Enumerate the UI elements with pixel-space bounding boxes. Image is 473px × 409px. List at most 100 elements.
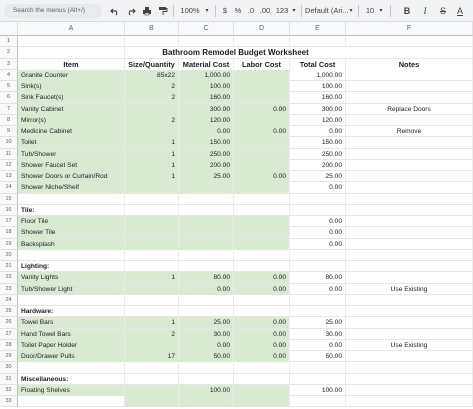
cell-a-19[interactable]: Backsplash <box>18 238 125 250</box>
cell-e-26[interactable]: 25.00 <box>290 317 346 329</box>
cell-c-14[interactable] <box>179 182 234 194</box>
cell-e-33[interactable] <box>290 396 346 407</box>
currency-format-button[interactable]: $ <box>219 4 231 18</box>
cell-d-19[interactable] <box>234 238 290 250</box>
cell-a-1[interactable] <box>18 36 125 47</box>
cell-d-6[interactable] <box>234 92 290 104</box>
cell-f-16[interactable] <box>346 204 473 216</box>
cell-d-31[interactable] <box>234 373 290 385</box>
cell-d-24[interactable] <box>234 294 290 306</box>
cell-f-9[interactable]: Remove <box>346 126 473 137</box>
row-number[interactable]: 27 <box>0 328 18 340</box>
cell-e-28[interactable]: 0.00 <box>290 339 346 351</box>
cell-c-18[interactable] <box>179 227 234 239</box>
column-header-a[interactable]: A <box>18 22 125 36</box>
cell-e-18[interactable]: 0.00 <box>290 227 346 239</box>
cell-e-9[interactable]: 0.00 <box>290 126 346 137</box>
column-header-c[interactable]: C <box>179 22 234 36</box>
cell-a-30[interactable] <box>18 362 125 374</box>
cell-a-7[interactable]: Vanity Cabinet <box>18 103 125 115</box>
cell-a-31[interactable]: Miscellaneous: <box>18 373 125 385</box>
cell-e-15[interactable] <box>290 193 346 205</box>
cell-a-24[interactable] <box>18 294 125 306</box>
paint-format-icon[interactable] <box>156 4 170 18</box>
increase-decimal-button[interactable]: .00 <box>258 4 272 18</box>
cell-b-18[interactable] <box>125 227 179 239</box>
cell-d-30[interactable] <box>234 362 290 374</box>
cell-a-8[interactable]: Mirror(s) <box>18 114 125 126</box>
row-number[interactable]: 2 <box>0 47 18 59</box>
row-number[interactable]: 18 <box>0 227 18 239</box>
chevron-down-icon[interactable]: ▾ <box>347 4 355 18</box>
cell-c-29[interactable]: 50.00 <box>179 351 234 362</box>
row-number[interactable]: 26 <box>0 317 18 329</box>
cell-b-20[interactable] <box>125 249 179 261</box>
cell-f-19[interactable] <box>346 238 473 250</box>
cell-c-31[interactable] <box>179 373 234 385</box>
cell-b-8[interactable]: 2 <box>125 114 179 126</box>
cell-e-19[interactable]: 0.00 <box>290 238 346 250</box>
cell-f-32[interactable] <box>346 384 473 396</box>
cell-c-7[interactable]: 300.00 <box>179 103 234 115</box>
row-number[interactable]: 32 <box>0 384 18 396</box>
row-number[interactable]: 12 <box>0 159 18 171</box>
cell-f-12[interactable] <box>346 159 473 171</box>
row-number[interactable]: 4 <box>0 69 18 81</box>
cell-f-18[interactable] <box>346 227 473 239</box>
cell-c-30[interactable] <box>179 362 234 374</box>
cell-b-25[interactable] <box>125 306 179 317</box>
cell-b-5[interactable]: 2 <box>125 81 179 92</box>
cell-c-33[interactable] <box>179 396 234 407</box>
cell-c-27[interactable]: 30.00 <box>179 328 234 340</box>
cell-d-20[interactable] <box>234 249 290 261</box>
strikethrough-button[interactable]: S <box>436 4 450 18</box>
cell-b-21[interactable] <box>125 261 179 272</box>
font-select[interactable]: Default (Ari... <box>305 4 349 18</box>
cell-b-13[interactable]: 1 <box>125 171 179 182</box>
cell-f-28[interactable]: Use Existing <box>346 339 473 351</box>
cell-e-4[interactable]: 1,000.00 <box>290 69 346 81</box>
cell-a-27[interactable]: Hand Towel Bars <box>18 328 125 340</box>
cell-b-27[interactable]: 2 <box>125 328 179 340</box>
cell-b-28[interactable] <box>125 339 179 351</box>
chevron-down-icon[interactable]: ▾ <box>203 4 211 18</box>
row-number[interactable]: 19 <box>0 238 18 250</box>
cell-d-28[interactable]: 0.00 <box>234 339 290 351</box>
cell-a-23[interactable]: Tub/Shower Light <box>18 283 125 295</box>
cell-d-22[interactable]: 0.00 <box>234 272 290 284</box>
column-header-b[interactable]: B <box>125 22 179 36</box>
cell-a-26[interactable]: Towel Bars <box>18 317 125 329</box>
cell-a-9[interactable]: Medicine Cabinet <box>18 126 125 137</box>
cell-b-15[interactable] <box>125 193 179 205</box>
column-header-f[interactable]: F <box>346 22 473 36</box>
cell-d-9[interactable]: 0.00 <box>234 126 290 137</box>
cell-f-20[interactable] <box>346 249 473 261</box>
cell-b-33[interactable] <box>125 396 179 407</box>
cell-d-14[interactable] <box>234 182 290 194</box>
cell-e-27[interactable]: 30.00 <box>290 328 346 340</box>
cell-d-5[interactable] <box>234 81 290 92</box>
cell-b-30[interactable] <box>125 362 179 374</box>
cell-d-18[interactable] <box>234 227 290 239</box>
cell-a-22[interactable]: Vanity Lights <box>18 272 125 284</box>
row-number[interactable]: 7 <box>0 103 18 115</box>
cell-d-1[interactable] <box>234 36 290 47</box>
font-size-select[interactable]: 10 <box>363 4 377 18</box>
row-number[interactable]: 28 <box>0 339 18 351</box>
cell-c-11[interactable]: 250.00 <box>179 148 234 160</box>
cell-e-1[interactable] <box>290 36 346 47</box>
row-number[interactable]: 31 <box>0 373 18 385</box>
cell-e-31[interactable] <box>290 373 346 385</box>
cell-d-16[interactable] <box>234 204 290 216</box>
cell-c-12[interactable]: 200.00 <box>179 159 234 171</box>
row-number[interactable]: 33 <box>0 396 18 408</box>
cell-b-6[interactable]: 2 <box>125 92 179 104</box>
cell-a-13[interactable]: Shower Doors or Curtain/Rod <box>18 171 125 182</box>
cell-d-4[interactable] <box>234 69 290 81</box>
cell-c-28[interactable]: 0.00 <box>179 339 234 351</box>
cell-f-30[interactable] <box>346 362 473 374</box>
cell-f-21[interactable] <box>346 261 473 272</box>
select-all-corner[interactable] <box>0 22 18 36</box>
cell-e-32[interactable]: 100.00 <box>290 384 346 396</box>
cell-b-24[interactable] <box>125 294 179 306</box>
